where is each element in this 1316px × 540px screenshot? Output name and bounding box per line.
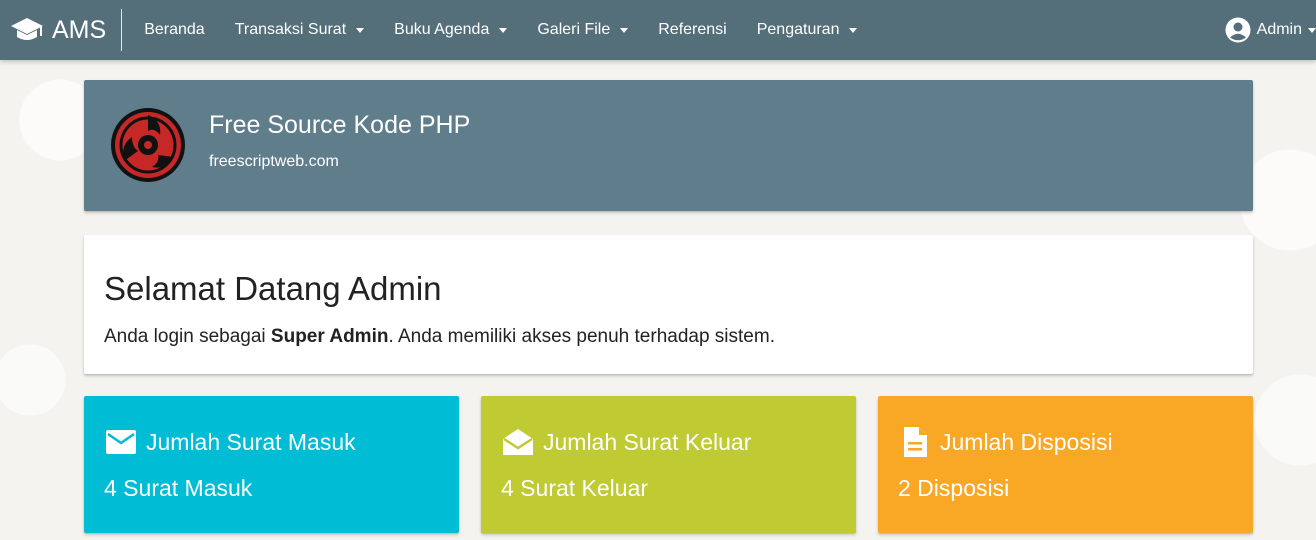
nav-item-label: Referensi — [658, 21, 727, 38]
drafts-icon — [501, 425, 535, 459]
nav-item-label: Pengaturan — [756, 21, 840, 38]
caret-down-icon — [1308, 27, 1316, 33]
nav-item-pengaturan[interactable]: Pengaturan — [742, 0, 873, 60]
nav-item-label: Beranda — [144, 21, 205, 38]
nav-item-buku-agenda[interactable]: Buku Agenda — [379, 0, 522, 60]
user-menu[interactable]: Admin — [1225, 0, 1316, 60]
caret-down-icon — [620, 27, 629, 33]
nav-item-referensi[interactable]: Referensi — [643, 0, 741, 60]
user-role: Super Admin — [270, 326, 389, 347]
stat-title: Jumlah Surat Masuk — [146, 428, 356, 455]
brand[interactable]: AMS — [0, 9, 123, 51]
welcome-text-before: Anda login sebagai — [104, 326, 271, 347]
profile-title: Free Source Kode PHP — [209, 111, 471, 139]
nav-item-label: Galeri File — [537, 21, 611, 38]
welcome-title: Selamat Datang Admin — [104, 270, 442, 307]
account-circle-icon — [1225, 17, 1251, 43]
caret-down-icon — [499, 27, 508, 33]
nav-menu: Beranda Transaksi Surat Buku Agenda Gale… — [129, 0, 872, 60]
nav-item-beranda[interactable]: Beranda — [129, 0, 220, 60]
mail-icon — [104, 425, 138, 459]
sharingan-logo — [110, 107, 186, 183]
stat-value-surat-keluar: 4 Surat Keluar — [501, 475, 649, 501]
stat-header-disposisi: Jumlah Disposisi — [898, 425, 1113, 459]
profile-card — [84, 80, 1253, 211]
nav-item-label: Transaksi Surat — [234, 21, 347, 38]
nav-item-label: Buku Agenda — [394, 21, 490, 38]
user-name: Admin — [1256, 21, 1302, 38]
nav-item-transaksi-surat[interactable]: Transaksi Surat — [220, 0, 379, 60]
brand-name: AMS — [52, 15, 107, 44]
stat-header-surat-keluar: Jumlah Surat Keluar — [501, 425, 751, 459]
stat-title: Jumlah Surat Keluar — [543, 428, 752, 455]
stat-card-surat-masuk[interactable] — [84, 396, 459, 533]
caret-down-icon — [356, 27, 365, 33]
stat-card-surat-keluar[interactable] — [481, 396, 856, 533]
stat-header-surat-masuk: Jumlah Surat Masuk — [104, 425, 356, 459]
caret-down-icon — [849, 27, 858, 33]
nav-item-galeri-file[interactable]: Galeri File — [522, 0, 643, 60]
description-icon — [898, 425, 932, 459]
top-navbar: AMS Beranda Transaksi Surat Buku Agenda … — [0, 0, 1316, 60]
stat-value-disposisi: 2 Disposisi — [898, 475, 1010, 501]
profile-subtitle: freescriptweb.com — [209, 153, 339, 170]
welcome-text: Anda login sebagai Super Admin. Anda mem… — [104, 326, 775, 348]
stat-value-surat-masuk: 4 Surat Masuk — [104, 475, 253, 501]
stat-title: Jumlah Disposisi — [940, 428, 1113, 455]
graduation-cap-icon — [10, 16, 44, 44]
welcome-text-after: . Anda memiliki akses penuh terhadap sis… — [388, 326, 775, 347]
stat-card-disposisi[interactable] — [878, 396, 1253, 533]
